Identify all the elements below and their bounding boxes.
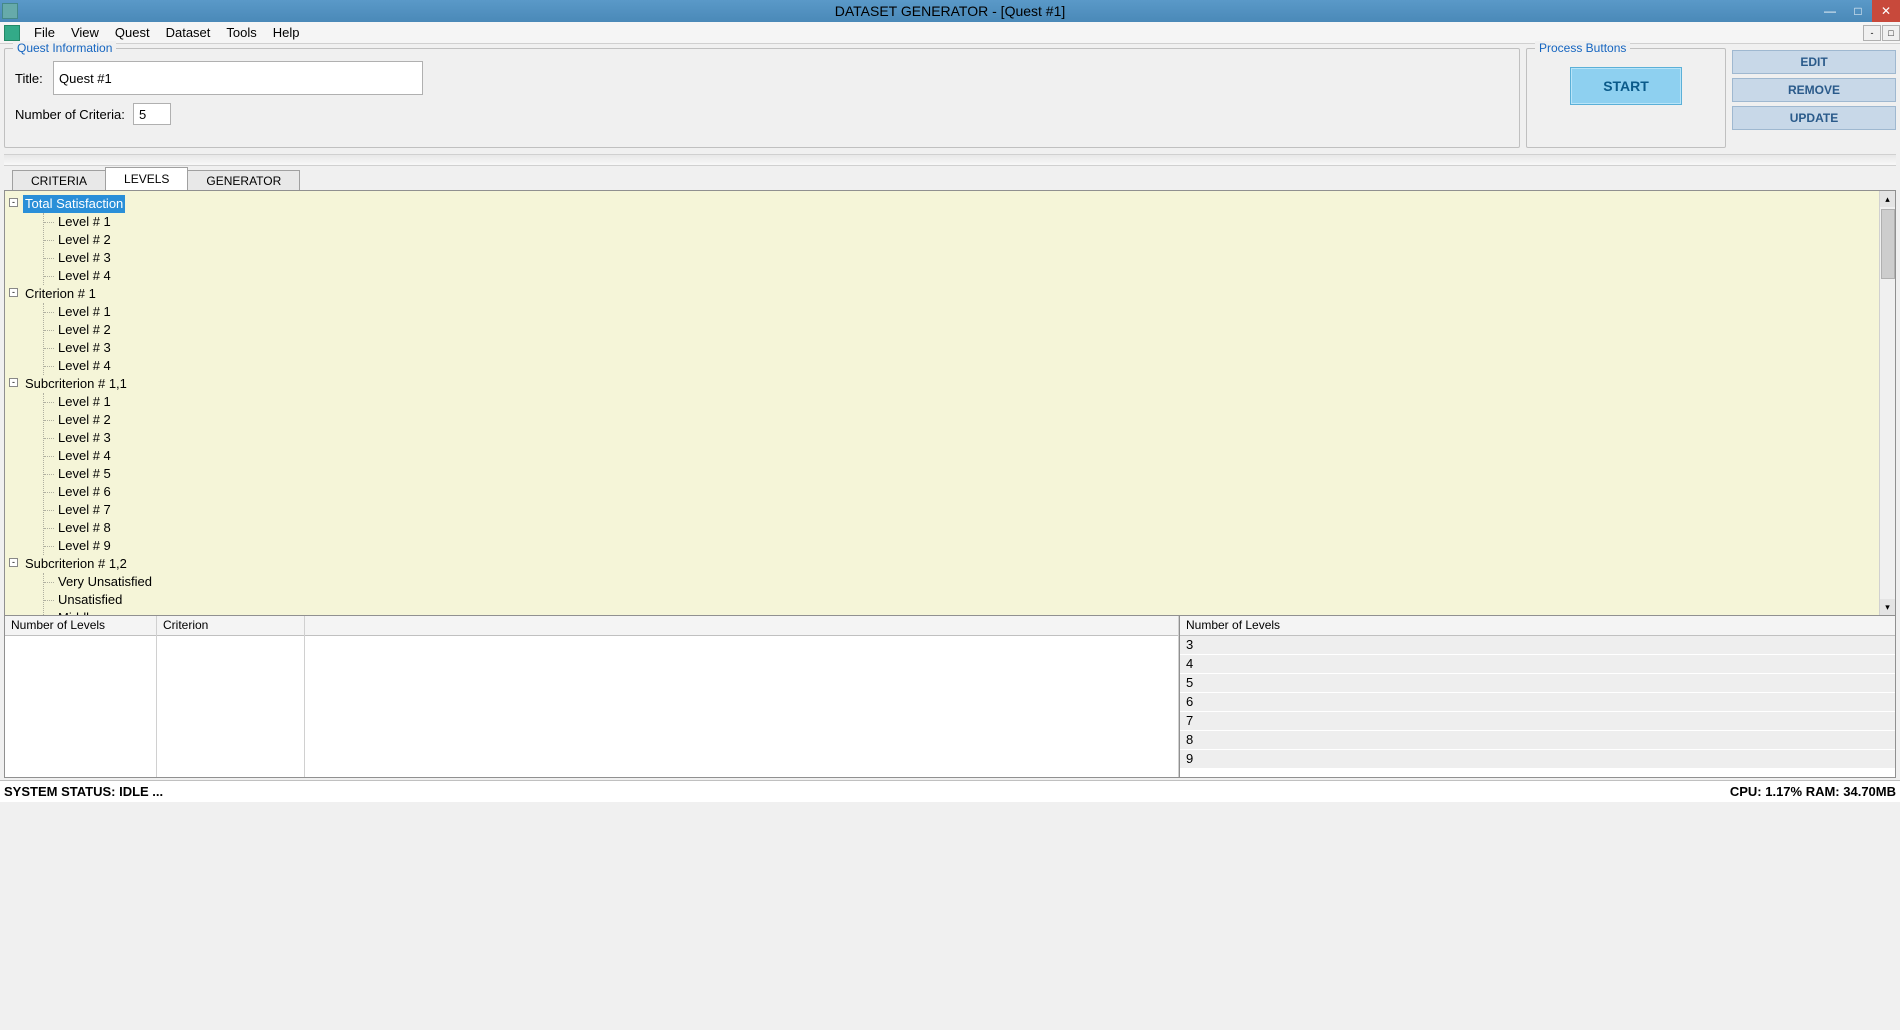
window-title: DATASET GENERATOR - [Quest #1] <box>835 3 1066 19</box>
app-menu-icon <box>4 25 20 41</box>
maximize-button[interactable]: □ <box>1844 0 1872 22</box>
quest-info-group: Quest Information Title: Number of Crite… <box>4 48 1520 148</box>
tree-leaf[interactable]: Level # 1 <box>58 213 1895 231</box>
grid-row[interactable]: 7 <box>1180 712 1895 731</box>
tree-node[interactable]: -Total SatisfactionLevel # 1Level # 2Lev… <box>23 195 1895 285</box>
vertical-scrollbar[interactable]: ▴ ▾ <box>1879 191 1895 615</box>
tree-leaf[interactable]: Level # 2 <box>58 321 1895 339</box>
process-buttons-legend: Process Buttons <box>1535 41 1630 55</box>
mdi-minimize-button[interactable]: - <box>1863 25 1881 41</box>
left-col-levels-header: Number of Levels <box>5 616 156 636</box>
tree-leaf[interactable]: Middle <box>58 609 1895 615</box>
left-grid[interactable]: Number of Levels Criterion <box>5 616 1179 777</box>
tree-leaf[interactable]: Level # 4 <box>58 447 1895 465</box>
menu-dataset[interactable]: Dataset <box>158 23 219 42</box>
tab-criteria[interactable]: CRITERIA <box>12 170 106 191</box>
status-right: CPU: 1.17% RAM: 34.70MB <box>1730 784 1896 799</box>
quest-info-legend: Quest Information <box>13 41 116 55</box>
status-left: SYSTEM STATUS: IDLE ... <box>4 784 163 799</box>
title-label: Title: <box>15 71 47 86</box>
menu-file[interactable]: File <box>26 23 63 42</box>
tree-leaf[interactable]: Level # 7 <box>58 501 1895 519</box>
menu-tools[interactable]: Tools <box>218 23 264 42</box>
tree-leaf[interactable]: Very Unsatisfied <box>58 573 1895 591</box>
tree-node-label[interactable]: Subcriterion # 1,1 <box>23 375 129 393</box>
left-col-blank-header <box>305 616 1178 636</box>
title-bar: DATASET GENERATOR - [Quest #1] — □ ✕ <box>0 0 1900 22</box>
tree-leaf[interactable]: Level # 9 <box>58 537 1895 555</box>
tree-leaf[interactable]: Level # 3 <box>58 339 1895 357</box>
tab-strip: CRITERIA LEVELS GENERATOR <box>0 168 1900 190</box>
num-criteria-input[interactable] <box>133 103 171 125</box>
title-input[interactable] <box>53 61 423 95</box>
tree-leaf[interactable]: Level # 4 <box>58 267 1895 285</box>
tree-leaf[interactable]: Level # 5 <box>58 465 1895 483</box>
num-criteria-label: Number of Criteria: <box>15 107 127 122</box>
collapse-icon[interactable]: - <box>9 378 18 387</box>
right-button-column: EDIT REMOVE UPDATE <box>1732 48 1896 148</box>
close-button[interactable]: ✕ <box>1872 0 1900 22</box>
status-bar: SYSTEM STATUS: IDLE ... CPU: 1.17% RAM: … <box>0 780 1900 802</box>
collapse-icon[interactable]: - <box>9 288 18 297</box>
tree-leaf[interactable]: Level # 1 <box>58 393 1895 411</box>
tree-node-label[interactable]: Subcriterion # 1,2 <box>23 555 129 573</box>
left-col-criterion-header: Criterion <box>157 616 304 636</box>
start-button[interactable]: START <box>1570 67 1682 105</box>
scroll-thumb[interactable] <box>1881 209 1895 279</box>
collapse-icon[interactable]: - <box>9 198 18 207</box>
tree-leaf[interactable]: Level # 1 <box>58 303 1895 321</box>
update-button[interactable]: UPDATE <box>1732 106 1896 130</box>
bottom-grids: Number of Levels Criterion Number of Lev… <box>4 616 1896 778</box>
tree-node-label[interactable]: Criterion # 1 <box>23 285 98 303</box>
grid-row[interactable]: 8 <box>1180 731 1895 750</box>
mdi-restore-button[interactable]: □ <box>1882 25 1900 41</box>
edit-button[interactable]: EDIT <box>1732 50 1896 74</box>
grid-row[interactable]: 6 <box>1180 693 1895 712</box>
tree-leaf[interactable]: Level # 3 <box>58 429 1895 447</box>
tree-leaf[interactable]: Level # 3 <box>58 249 1895 267</box>
tree-panel: -Total SatisfactionLevel # 1Level # 2Lev… <box>4 190 1896 616</box>
tree-leaf[interactable]: Level # 8 <box>58 519 1895 537</box>
right-grid-header: Number of Levels <box>1180 616 1895 636</box>
tree-leaf[interactable]: Level # 4 <box>58 357 1895 375</box>
tree-leaf[interactable]: Level # 2 <box>58 231 1895 249</box>
tree-node-label[interactable]: Total Satisfaction <box>23 195 125 213</box>
tree-node[interactable]: -Subcriterion # 1,1Level # 1Level # 2Lev… <box>23 375 1895 555</box>
menu-help[interactable]: Help <box>265 23 308 42</box>
tree-leaf[interactable]: Unsatisfied <box>58 591 1895 609</box>
app-icon <box>2 3 18 19</box>
tree-node[interactable]: -Criterion # 1Level # 1Level # 2Level # … <box>23 285 1895 375</box>
separator <box>4 154 1896 166</box>
right-grid[interactable]: Number of Levels 3456789 <box>1179 616 1895 777</box>
collapse-icon[interactable]: - <box>9 558 18 567</box>
tab-generator[interactable]: GENERATOR <box>187 170 300 191</box>
tree-node[interactable]: -Subcriterion # 1,2Very UnsatisfiedUnsat… <box>23 555 1895 615</box>
remove-button[interactable]: REMOVE <box>1732 78 1896 102</box>
grid-row[interactable]: 5 <box>1180 674 1895 693</box>
process-buttons-group: Process Buttons START <box>1526 48 1726 148</box>
tree-leaf[interactable]: Level # 6 <box>58 483 1895 501</box>
grid-row[interactable]: 9 <box>1180 750 1895 769</box>
tab-levels[interactable]: LEVELS <box>105 167 188 190</box>
scroll-up-icon[interactable]: ▴ <box>1880 191 1895 207</box>
menu-quest[interactable]: Quest <box>107 23 158 42</box>
tree-leaf[interactable]: Level # 2 <box>58 411 1895 429</box>
scroll-down-icon[interactable]: ▾ <box>1880 599 1895 615</box>
minimize-button[interactable]: — <box>1816 0 1844 22</box>
grid-row[interactable]: 4 <box>1180 655 1895 674</box>
menu-view[interactable]: View <box>63 23 107 42</box>
tree-view[interactable]: -Total SatisfactionLevel # 1Level # 2Lev… <box>5 191 1895 615</box>
grid-row[interactable]: 3 <box>1180 636 1895 655</box>
